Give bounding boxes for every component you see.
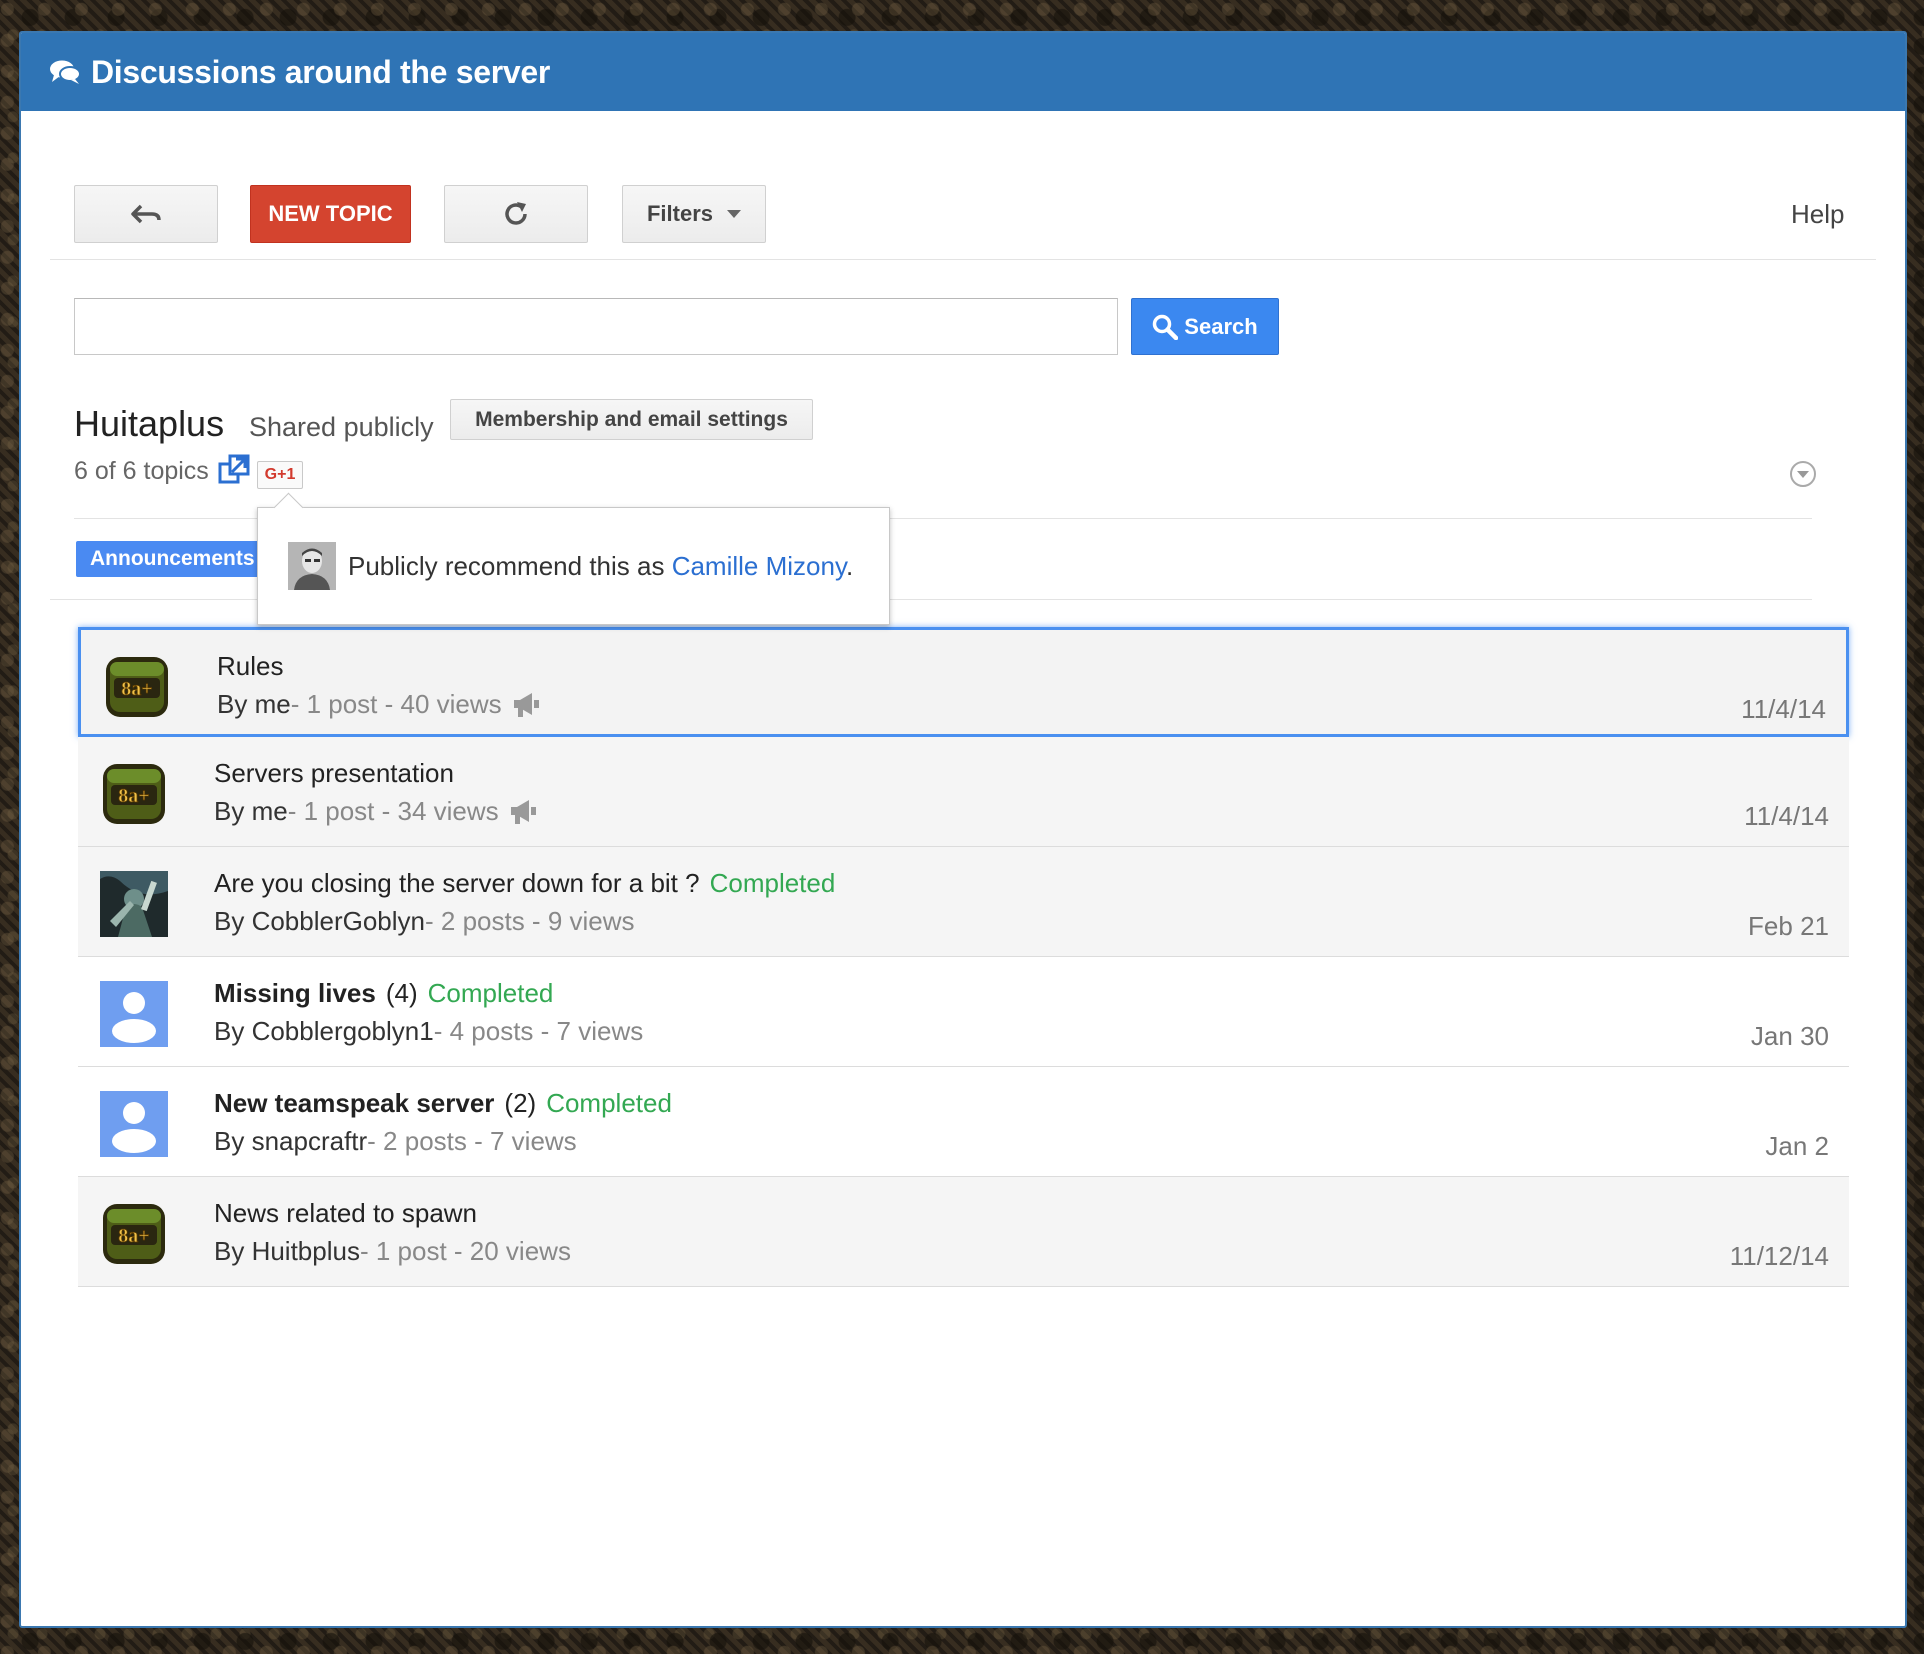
default-user-avatar	[100, 981, 168, 1047]
chat-bubbles-icon	[50, 60, 81, 84]
topic-date: Jan 30	[1750, 1021, 1829, 1051]
topic-date: 11/12/14	[1729, 1241, 1829, 1271]
megaphone-icon	[513, 692, 539, 717]
search-input[interactable]	[74, 298, 1118, 355]
topic-author[interactable]: By Huitbplus	[214, 1236, 360, 1267]
topic-date: 11/4/14	[1741, 694, 1826, 724]
help-link[interactable]: Help	[1791, 199, 1844, 230]
topic-row[interactable]: Are you closing the server down for a bi…	[78, 847, 1849, 957]
refresh-icon	[505, 202, 527, 225]
topic-row[interactable]: 8a+ News related to spawn By Huitbplus -…	[78, 1177, 1849, 1287]
svg-text:8a+: 8a+	[121, 678, 152, 700]
svg-text:8a+: 8a+	[118, 785, 149, 807]
topic-author[interactable]: By snapcraftr	[214, 1126, 367, 1157]
topic-author[interactable]: By me	[214, 796, 288, 827]
topic-author[interactable]: By Cobblergoblyn1	[214, 1016, 434, 1047]
refresh-button[interactable]	[444, 185, 588, 243]
back-button[interactable]	[74, 185, 218, 243]
search-button-label: Search	[1184, 313, 1258, 339]
membership-settings-button[interactable]: Membership and email settings	[450, 399, 813, 440]
topic-stats: - 1 post - 34 views	[287, 796, 499, 826]
topic-meta: By me - 1 post - 40 views	[217, 689, 542, 720]
panel-header: Discussions around the server	[21, 33, 1905, 111]
topic-title[interactable]: Rules	[217, 651, 283, 682]
status-completed: Completed	[427, 978, 554, 1008]
game-art-avatar	[100, 871, 168, 937]
discussions-panel: Discussions around the server NEW TOPIC …	[19, 31, 1907, 1628]
search-button[interactable]: Search	[1131, 298, 1279, 355]
topic-row[interactable]: New teamspeak server (2) Completed By snap…	[78, 1067, 1849, 1177]
back-arrow-icon	[131, 204, 161, 224]
topic-meta: By me - 1 post - 34 views	[214, 796, 539, 827]
megaphone-icon	[510, 799, 536, 824]
topic-row[interactable]: 8a+ Servers presentation By me - 1 post …	[78, 737, 1849, 847]
visibility-label: Shared publicly	[249, 412, 434, 442]
server-logo-avatar: 8a+	[106, 657, 168, 717]
server-logo-avatar: 8a+	[103, 1204, 165, 1264]
topic-meta: By Huitbplus - 1 post - 20 views	[214, 1236, 571, 1267]
topic-row[interactable]: Missing lives (4) Completed By Cobblergobl…	[78, 957, 1849, 1067]
user-name-link[interactable]: Camille Mizony	[672, 551, 846, 581]
external-link-icon[interactable]	[218, 454, 250, 486]
recommend-popup[interactable]: Publicly recommend this as Camille Mizon…	[257, 507, 890, 625]
status-completed: Completed	[709, 868, 836, 898]
topic-stats: - 1 post - 20 views	[359, 1236, 571, 1266]
topic-stats: - 1 post - 40 views	[290, 689, 502, 719]
topic-date: Feb 21	[1748, 911, 1829, 941]
topic-title[interactable]: New teamspeak server (2) Completed	[214, 1088, 672, 1119]
expand-circle-icon[interactable]	[1789, 460, 1817, 488]
filters-dropdown[interactable]: Filters	[622, 185, 766, 243]
topic-title[interactable]: Servers presentation	[214, 758, 454, 789]
topic-meta: By snapcraftr - 2 posts - 7 views	[214, 1126, 577, 1157]
topic-title[interactable]: News related to spawn	[214, 1198, 477, 1229]
new-topic-button[interactable]: NEW TOPIC	[250, 185, 411, 243]
topic-date: Jan 2	[1765, 1131, 1829, 1161]
toolbar-divider	[50, 259, 1876, 260]
topic-meta: By Cobblergoblyn1 - 4 posts - 7 views	[214, 1016, 643, 1047]
svg-text:8a+: 8a+	[118, 1225, 149, 1247]
caret-down-icon	[727, 210, 742, 218]
topic-meta: By CobblerGoblyn - 2 posts - 9 views	[214, 906, 635, 937]
topic-list: 8a+ Rules By me - 1 post - 40 views 11/4…	[78, 627, 1849, 1287]
topic-date: 11/4/14	[1744, 801, 1829, 831]
default-user-avatar	[100, 1091, 168, 1157]
topic-stats: - 4 posts - 7 views	[433, 1016, 644, 1046]
announcements-tag[interactable]: Announcements	[76, 541, 269, 577]
topic-count: 6 of 6 topics	[74, 457, 209, 485]
topic-title[interactable]: Missing lives (4) Completed	[214, 978, 553, 1009]
topic-author[interactable]: By me	[217, 689, 291, 720]
user-avatar	[288, 542, 336, 590]
status-completed: Completed	[546, 1088, 672, 1118]
topic-stats: - 2 posts - 7 views	[367, 1126, 577, 1156]
search-icon	[1153, 314, 1179, 340]
gplus-button[interactable]: G+1	[257, 461, 303, 489]
recommend-text: Publicly recommend this as Camille Mizon…	[348, 550, 854, 581]
unread-count: (4)	[385, 978, 418, 1008]
topic-title[interactable]: Are you closing the server down for a bi…	[214, 868, 835, 899]
unread-count: (2)	[504, 1088, 537, 1118]
topic-stats: - 2 posts - 9 views	[425, 906, 635, 936]
topic-author[interactable]: By CobblerGoblyn	[214, 906, 425, 937]
panel-title: Discussions around the server	[91, 53, 551, 90]
server-logo-avatar: 8a+	[103, 764, 165, 824]
group-name: Huitaplus	[74, 403, 225, 444]
filters-label: Filters	[646, 201, 714, 226]
topic-row[interactable]: 8a+ Rules By me - 1 post - 40 views 11/4…	[78, 627, 1849, 737]
